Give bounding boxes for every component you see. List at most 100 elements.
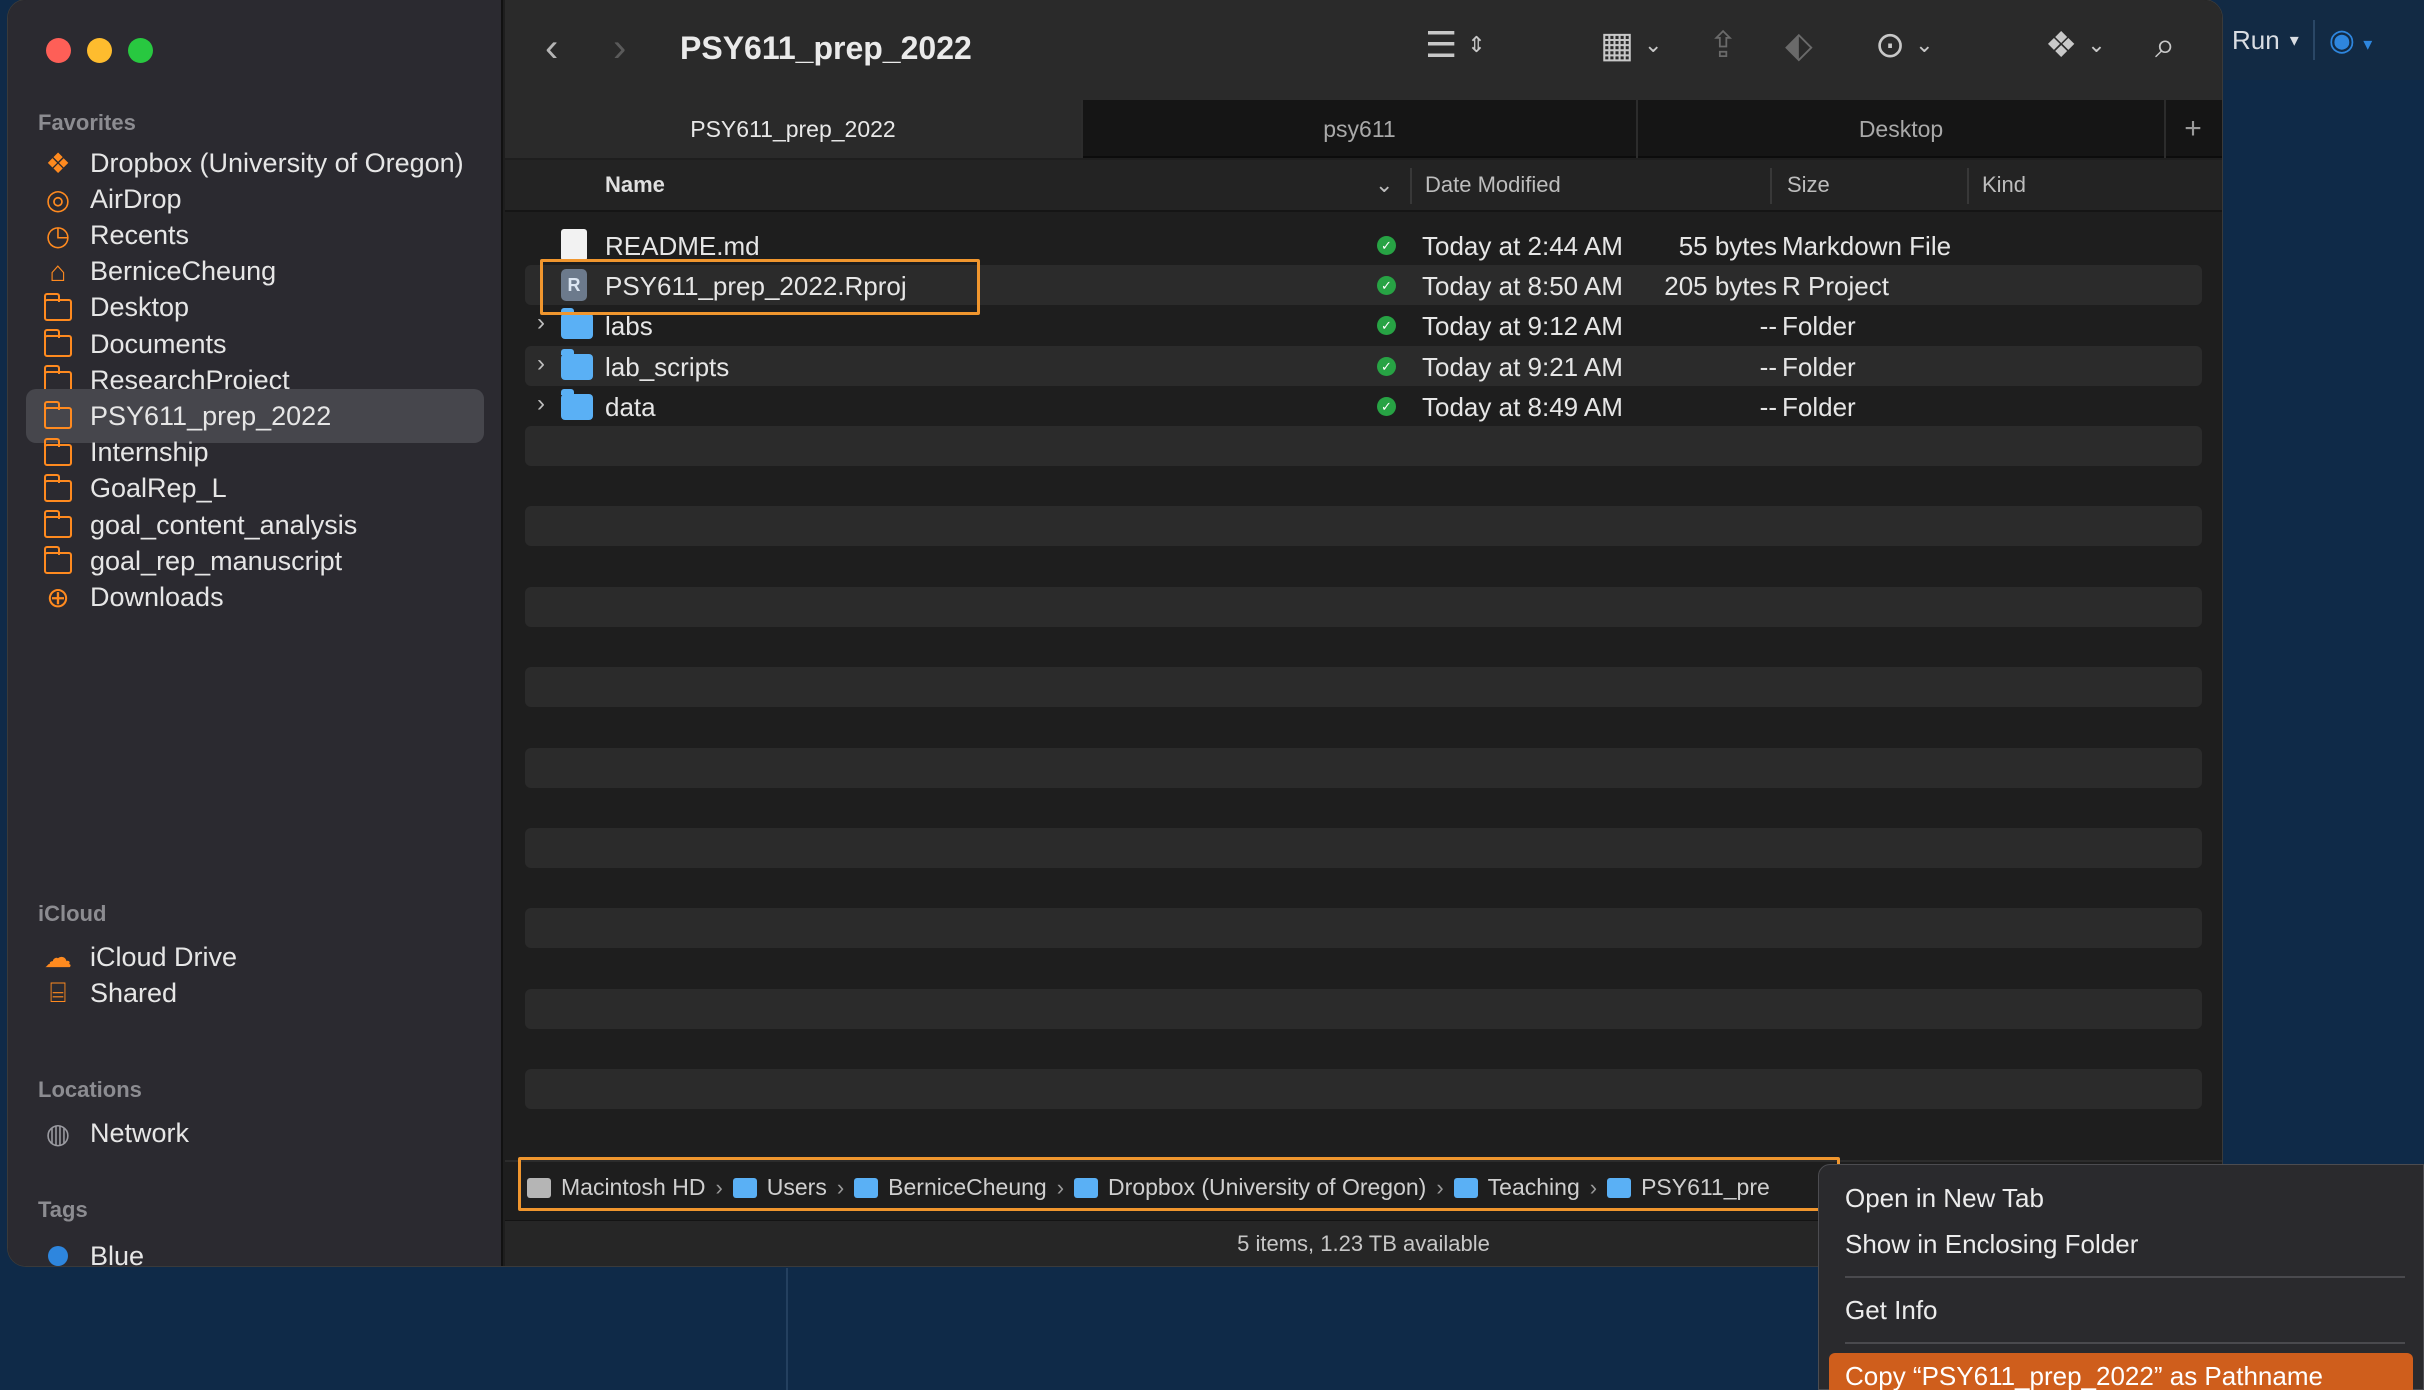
sidebar-tag-blue[interactable]: Blue (26, 1229, 484, 1266)
document-icon (561, 229, 587, 261)
menu-get-info[interactable]: Get Info (1819, 1287, 2423, 1333)
file-kind: Folder (1782, 311, 1856, 342)
file-size: 205 bytes (1664, 271, 1777, 302)
sidebar-item-shared[interactable]: ⌸ Shared (26, 966, 484, 1020)
toolbar-divider (2312, 20, 2315, 60)
synced-check-icon: ✓ (1377, 396, 1396, 416)
column-divider (1770, 168, 1772, 204)
pathbar-highlight-box (518, 1157, 1840, 1211)
zoom-button[interactable] (128, 38, 153, 63)
tab-psy611[interactable]: psy611 (1083, 100, 1638, 158)
file-row[interactable]: › lab_scripts ✓ Today at 9:21 AM -- Folder (525, 345, 2202, 386)
search-icon[interactable]: ⌕ (2155, 24, 2175, 67)
column-size[interactable]: Size (1787, 172, 1830, 198)
file-name: labs (605, 311, 653, 342)
menu-copy-as-pathname[interactable]: Copy “PSY611_prep_2022” as Pathname (1829, 1353, 2413, 1390)
file-kind: Folder (1782, 391, 1856, 422)
file-size: 55 bytes (1678, 231, 1777, 261)
empty-row (525, 466, 2202, 506)
file-row[interactable]: › data ✓ Today at 8:49 AM -- Folder (525, 386, 2202, 426)
file-date: Today at 2:44 AM (1422, 231, 1623, 261)
empty-row (525, 1109, 2202, 1149)
empty-row (525, 506, 2202, 547)
section-locations: Locations (38, 1077, 142, 1102)
column-divider (1410, 168, 1412, 204)
synced-check-icon: ✓ (1377, 276, 1396, 296)
file-date: Today at 8:49 AM (1422, 391, 1623, 422)
synced-check-icon: ✓ (1377, 356, 1396, 376)
sidebar-item-label: Shared (90, 977, 178, 1008)
sort-chevron-icon[interactable]: ⌄ (1375, 172, 1393, 198)
back-icon[interactable]: ‹ (545, 26, 558, 71)
tag-color-icon (42, 1246, 74, 1266)
sidebar-item-label: Network (90, 1117, 190, 1148)
file-size: -- (1759, 391, 1777, 422)
rstudio-toolbar: Run ▾ ◉ ▾ (2220, 0, 2424, 80)
share-icon[interactable]: ⇪ (1708, 24, 1738, 66)
tab-bar: PSY611_prep_2022 psy611 Desktop + (505, 100, 2222, 158)
toolbar: ‹ › PSY611_prep_2022 ☰ ⇕ ▦ ⌄ ⇪ ⬖ ⊙ ⌄ ❖ ⌄ ⌕ (505, 0, 2222, 100)
empty-row (525, 627, 2202, 667)
empty-row (525, 426, 2202, 466)
file-name: README.md (605, 231, 760, 261)
menu-separator (1845, 1342, 2405, 1344)
list-view-icon[interactable]: ☰ ⇕ (1425, 24, 1486, 66)
folder-icon (561, 308, 593, 340)
file-date: Today at 8:50 AM (1422, 271, 1623, 302)
shared-folder-icon: ⌸ (49, 976, 67, 1008)
chevron-down-icon: ▾ (2289, 29, 2299, 50)
column-name[interactable]: Name (605, 172, 665, 198)
synced-check-icon: ✓ (1377, 236, 1396, 255)
empty-row (525, 667, 2202, 708)
column-date-modified[interactable]: Date Modified (1425, 172, 1561, 198)
synced-check-icon: ✓ (1377, 316, 1396, 336)
globe-icon: ◍ (45, 1117, 71, 1149)
finder-window: Favorites ❖ Dropbox (University of Oregon… (8, 0, 2222, 1266)
tag-icon[interactable]: ⬖ (1785, 24, 1813, 66)
publish-icon[interactable]: ◉ ▾ (2329, 23, 2373, 58)
sidebar-item-downloads[interactable]: ⊕ Downloads (26, 570, 484, 624)
empty-row (525, 908, 2202, 949)
menu-separator (1845, 1276, 2405, 1278)
file-kind: Folder (1782, 351, 1856, 382)
disclosure-chevron-icon[interactable]: › (537, 390, 545, 418)
empty-row (525, 1029, 2202, 1069)
sidebar: Favorites ❖ Dropbox (University of Oregon… (8, 0, 503, 1266)
more-actions-icon[interactable]: ⊙ ⌄ (1875, 24, 1934, 66)
section-favorites: Favorites (38, 110, 136, 135)
section-icloud: iCloud (38, 901, 107, 926)
forward-icon[interactable]: › (613, 26, 626, 71)
context-menu: Open in New Tab Show in Enclosing Folder… (1818, 1164, 2424, 1390)
disclosure-chevron-icon[interactable]: › (537, 350, 545, 378)
minimize-button[interactable] (87, 38, 112, 63)
file-kind: Markdown File (1782, 231, 1952, 261)
file-kind: R Project (1782, 271, 1889, 302)
folder-icon (561, 348, 593, 380)
dropbox-menu-icon[interactable]: ❖ ⌄ (2045, 24, 2106, 66)
new-tab-button[interactable]: + (2166, 100, 2220, 158)
close-button[interactable] (46, 38, 71, 63)
tab-psy611-prep-2022[interactable]: PSY611_prep_2022 (505, 100, 1083, 158)
group-view-icon[interactable]: ▦ ⌄ (1600, 24, 1662, 66)
empty-row (525, 747, 2202, 788)
sidebar-item-label: Blue (90, 1240, 145, 1267)
file-date: Today at 9:21 AM (1422, 351, 1623, 382)
sidebar-item-label: Downloads (90, 581, 224, 612)
empty-row (525, 1069, 2202, 1110)
column-header: Name ⌄ Date Modified Size Kind (505, 160, 2222, 212)
menu-show-in-enclosing-folder[interactable]: Show in Enclosing Folder (1819, 1221, 2423, 1267)
run-label: Run (2232, 24, 2280, 55)
sidebar-item-network[interactable]: ◍ Network (26, 1106, 484, 1160)
file-name: data (605, 391, 656, 422)
empty-row (525, 788, 2202, 828)
empty-row (525, 828, 2202, 868)
menu-open-in-new-tab[interactable]: Open in New Tab (1819, 1175, 2423, 1221)
download-icon: ⊕ (46, 581, 70, 613)
pane-divider (786, 1268, 788, 1390)
column-kind[interactable]: Kind (1982, 172, 2026, 198)
rproj-highlight-box (540, 259, 980, 315)
column-divider (1967, 168, 1969, 204)
run-button[interactable]: Run ▾ (2232, 25, 2299, 56)
empty-row (525, 707, 2202, 747)
tab-desktop[interactable]: Desktop (1638, 100, 2166, 158)
